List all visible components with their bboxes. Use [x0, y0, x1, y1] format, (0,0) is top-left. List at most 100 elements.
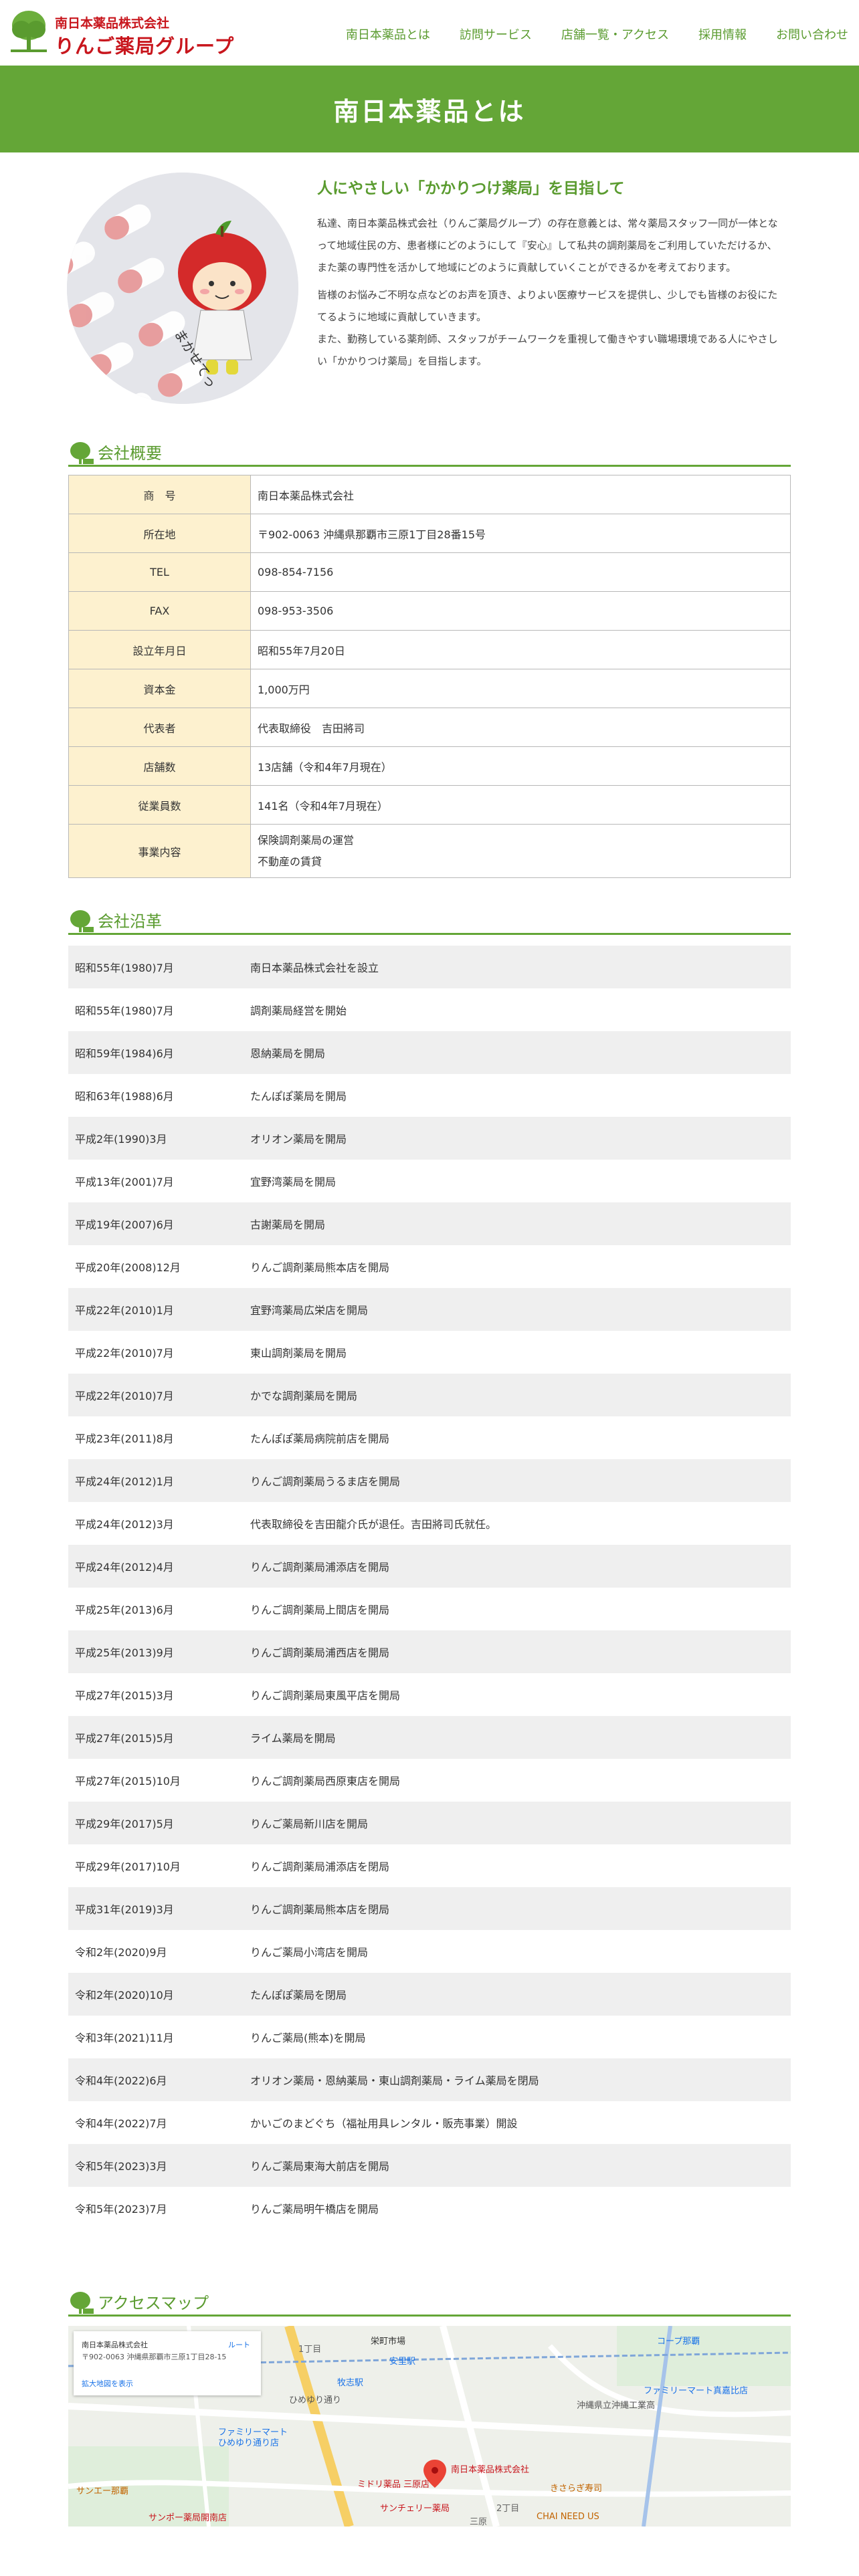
- map-poi[interactable]: 牧志駅: [337, 2375, 363, 2388]
- history-row: 平成22年(2010)1月 宜野湾薬局広栄店を開局: [68, 1288, 791, 1331]
- map-poi[interactable]: サンチェリー薬局: [380, 2501, 450, 2514]
- history-event: 東山調剤薬局を開局: [250, 1347, 347, 1360]
- nav-home-visit[interactable]: 訪問サービス: [445, 25, 547, 43]
- map-place-card: 南日本薬品株式会社 〒902-0063 沖縄県那覇市三原1丁目28-15 ルート…: [74, 2331, 261, 2395]
- history-event: かいごのまどぐち（福祉用具レンタル・販売事業）開設: [250, 2117, 518, 2130]
- history-date: 平成27年(2015)3月: [75, 1689, 174, 1702]
- history-date: 平成27年(2015)5月: [75, 1732, 174, 1745]
- map-poi[interactable]: サンエー那覇: [76, 2484, 128, 2496]
- history-date: 昭和55年(1980)7月: [75, 962, 174, 974]
- pills-mascot-illustration: まかせてっ: [67, 173, 298, 404]
- history-date: 平成29年(2017)10月: [75, 1860, 181, 1873]
- map-card-title: 南日本薬品株式会社: [82, 2341, 148, 2349]
- history-date: 令和5年(2023)3月: [75, 2160, 167, 2173]
- row-value: 141名（令和4年7月現在）: [250, 785, 791, 825]
- leaf-tree-icon: [70, 442, 94, 464]
- history-date: 平成31年(2019)3月: [75, 1903, 174, 1916]
- access-heading: アクセスマップ: [68, 2284, 791, 2317]
- nav-about[interactable]: 南日本薬品とは: [331, 25, 445, 43]
- row-value: 13店舗（令和4年7月現在）: [250, 746, 791, 786]
- table-row: 代表者 代表取締役 吉田將司: [68, 708, 791, 747]
- intro-paragraph-2: 皆様のお悩みご不明な点などのお声を頂き、よりよい医療サービスを提供し、少しでも皆…: [317, 284, 785, 328]
- leaf-tree-icon: [70, 910, 94, 932]
- map-poi[interactable]: 栄町市場: [371, 2334, 405, 2347]
- row-label: 事業内容: [68, 824, 251, 878]
- history-row: 令和5年(2023)7月 りんご薬局明午橋店を開局: [68, 2187, 791, 2230]
- site-logo[interactable]: 南日本薬品株式会社 りんご薬局グループ: [9, 9, 250, 58]
- history-event: りんご薬局東海大前店を開局: [250, 2160, 390, 2173]
- intro-heading: 人にやさしい「かかりつけ薬局」を目指して: [317, 180, 625, 197]
- access-title: アクセスマップ: [98, 2294, 209, 2313]
- map-pin-label: 南日本薬品株式会社: [451, 2465, 530, 2475]
- history-date: 令和4年(2022)7月: [75, 2117, 167, 2130]
- history-event: 調剤薬局経営を開始: [250, 1004, 347, 1017]
- map-poi[interactable]: サンポー薬局開南店: [149, 2510, 227, 2523]
- history-row: 平成27年(2015)3月 りんご調剤薬局東風平店を開局: [68, 1673, 791, 1716]
- map-poi[interactable]: ミドリ薬品 三原店: [357, 2477, 430, 2490]
- history-row: 令和2年(2020)10月 たんぽぽ薬局を閉局: [68, 1973, 791, 2016]
- history-date: 平成27年(2015)10月: [75, 1775, 181, 1788]
- history-event: たんぽぽ薬局を開局: [250, 1090, 347, 1103]
- overview-table: 商 号南日本薬品株式会社 所在地 〒902-0063 沖縄県那覇市三原1丁目28番…: [68, 475, 791, 878]
- row-label: 設立年月日: [68, 630, 251, 669]
- nav-stores[interactable]: 店舗一覧・アクセス: [547, 25, 684, 43]
- site-header: 南日本薬品株式会社 りんご薬局グループ 南日本薬品とは 訪問サービス 店舗一覧・…: [0, 0, 859, 66]
- map-poi[interactable]: 安里駅: [389, 2354, 415, 2367]
- map-poi[interactable]: 沖縄県立沖縄工業高: [577, 2398, 655, 2411]
- overview-title: 会社概要: [98, 444, 162, 463]
- history-row: 平成22年(2010)7月 かでな調剤薬局を開局: [68, 1374, 791, 1416]
- map-poi[interactable]: きさらぎ寿司: [550, 2481, 602, 2494]
- table-row: TEL 098-854-7156: [68, 552, 791, 592]
- history-event: 宜野湾薬局広栄店を開局: [250, 1304, 369, 1317]
- history-date: 令和2年(2020)9月: [75, 1946, 167, 1959]
- global-nav: 南日本薬品とは 訪問サービス 店舗一覧・アクセス 採用情報 お問い合わせ: [331, 25, 848, 43]
- history-date: 令和2年(2020)10月: [75, 1989, 174, 2002]
- map-directions-button[interactable]: ルート: [228, 2339, 250, 2350]
- nav-recruit[interactable]: 採用情報: [684, 25, 761, 43]
- row-label: 従業員数: [68, 785, 251, 825]
- map-enlarge-link[interactable]: 拡大地図を表示: [82, 2378, 133, 2389]
- history-row: 令和4年(2022)6月 オリオン薬局・恩納薬局・東山調剤薬局・ライム薬局を閉局: [68, 2058, 791, 2101]
- map-poi[interactable]: ファミリーマート真嘉比店: [644, 2383, 748, 2396]
- map-poi[interactable]: CHAI NEED US: [537, 2512, 599, 2522]
- intro-paragraph-1: 私達、南日本薬品株式会社（りんご薬局グループ）の存在意義とは、常々薬局スタッフ一…: [317, 217, 778, 274]
- history-date: 昭和55年(1980)7月: [75, 1004, 174, 1017]
- history-row: 令和5年(2023)3月 りんご薬局東海大前店を開局: [68, 2144, 791, 2187]
- history-date: 令和3年(2021)11月: [75, 2032, 174, 2044]
- leaf-tree-icon: [70, 2292, 94, 2314]
- row-label: 所在地: [68, 514, 251, 553]
- history-event: オリオン薬局を開局: [250, 1133, 347, 1146]
- row-value: 保険調剤薬局の運営 不動産の賃貸: [250, 824, 791, 878]
- history-date: 平成19年(2007)6月: [75, 1218, 174, 1231]
- history-row: 平成27年(2015)10月 りんご調剤薬局西原東店を開局: [68, 1759, 791, 1802]
- history-row: 平成22年(2010)7月 東山調剤薬局を開局: [68, 1331, 791, 1374]
- history-date: 平成22年(2010)7月: [75, 1347, 174, 1360]
- overview-heading: 会社概要: [68, 435, 791, 467]
- row-value: 098-953-3506: [250, 591, 791, 631]
- history-event: かでな調剤薬局を開局: [250, 1390, 358, 1402]
- map-poi[interactable]: コープ那覇: [657, 2334, 700, 2347]
- history-date: 平成22年(2010)1月: [75, 1304, 174, 1317]
- nav-contact[interactable]: お問い合わせ: [761, 25, 848, 43]
- history-event: オリオン薬局・恩納薬局・東山調剤薬局・ライム薬局を閉局: [250, 2074, 539, 2087]
- table-row: 事業内容 保険調剤薬局の運営 不動産の賃貸: [68, 824, 791, 878]
- row-label: 代表者: [68, 708, 251, 747]
- history-row: 平成29年(2017)10月 りんご調剤薬局浦添店を閉局: [68, 1844, 791, 1887]
- history-row: 平成27年(2015)5月 ライム薬局を開局: [68, 1716, 791, 1759]
- history-event: りんご調剤薬局西原東店を開局: [250, 1775, 401, 1788]
- history-event: 宜野湾薬局を開局: [250, 1176, 337, 1188]
- overview-section: 会社概要 商 号南日本薬品株式会社 所在地 〒902-0063 沖縄県那覇市三原1…: [0, 435, 859, 903]
- row-label: TEL: [68, 552, 251, 592]
- google-map[interactable]: 南日本薬品株式会社 ファミリーマート ひめゆり通り店 サンエー那覇 牧志駅 安里…: [68, 2326, 791, 2527]
- history-row: 平成20年(2008)12月 りんご調剤薬局熊本店を開局: [68, 1245, 791, 1288]
- history-row: 昭和59年(1984)6月 恩納薬局を開局: [68, 1031, 791, 1074]
- history-event: りんご調剤薬局浦添店を開局: [250, 1561, 390, 1574]
- history-row: 平成13年(2001)7月 宜野湾薬局を開局: [68, 1160, 791, 1202]
- history-event: 古謝薬局を開局: [250, 1218, 326, 1231]
- history-date: 令和4年(2022)6月: [75, 2074, 167, 2087]
- history-row: 平成19年(2007)6月 古謝薬局を開局: [68, 1202, 791, 1245]
- map-poi[interactable]: ひめゆり通り店: [218, 2436, 279, 2448]
- hero-banner: 南日本薬品とは: [0, 66, 859, 152]
- intro-section: まかせてっ 人にやさしい「かかりつけ薬局」を目指して 私達、南日本薬品株式会社（…: [0, 152, 859, 433]
- history-date: 平成24年(2012)4月: [75, 1561, 174, 1574]
